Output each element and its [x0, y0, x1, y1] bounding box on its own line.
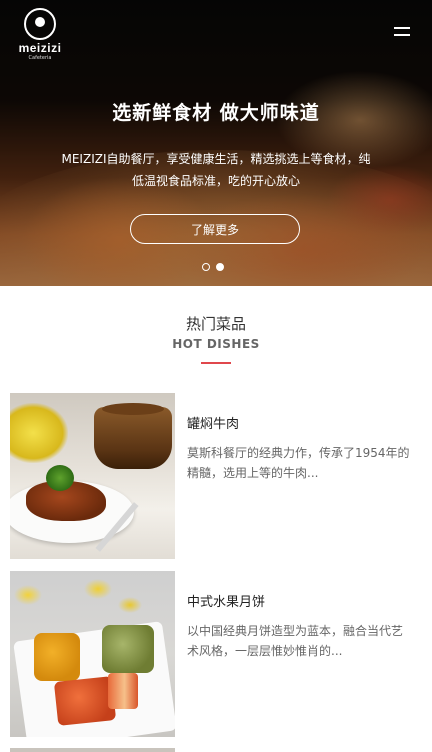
- dish-description: 莫斯科餐厅的经典力作，传承了1954年的精髓，选用上等的牛肉...: [187, 446, 410, 480]
- dish-card[interactable]: 罐焖牛肉 莫斯科餐厅的经典力作，传承了1954年的精髓，选用上等的牛肉...: [10, 393, 422, 559]
- dish-name[interactable]: 罐焖牛肉: [187, 413, 239, 432]
- dish-image-mooncake[interactable]: [10, 571, 175, 737]
- section-title: 热门菜品: [185, 315, 246, 333]
- hero-banner: meizizi Cafeteria 选新鲜食材 做大师味道 MEIZIZI自助餐…: [0, 0, 432, 286]
- section-subtitle: HOT DISHES: [172, 337, 260, 351]
- chef-logo-icon: [24, 8, 56, 40]
- carousel-pagination: [199, 256, 227, 275]
- carousel-dot-1[interactable]: [202, 263, 210, 271]
- menu-bar-bottom: [394, 34, 410, 36]
- logo-brand: meizizi: [18, 41, 62, 55]
- next-dish-image-edge: [10, 748, 175, 752]
- menu-bar-top: [394, 27, 410, 29]
- dish-image-beef-pot[interactable]: [10, 393, 175, 559]
- logo-subtitle: Cafeteria: [28, 55, 52, 61]
- learn-more-button[interactable]: 了解更多: [130, 214, 300, 244]
- dish-description: 以中国经典月饼造型为蓝本，融合当代艺术风格，一层层惟妙惟肖的...: [187, 624, 404, 658]
- carousel-dot-2[interactable]: [216, 263, 224, 271]
- dish-name[interactable]: 中式水果月饼: [187, 591, 265, 610]
- dish-card[interactable]: 中式水果月饼 以中国经典月饼造型为蓝本，融合当代艺术风格，一层层惟妙惟肖的...: [10, 571, 422, 737]
- hamburger-menu-icon[interactable]: [394, 27, 410, 37]
- hero-description: MEIZIZI自助餐厅，享受健康生活，精选挑选上等食材，纯低温视食品标准，吃的开…: [61, 152, 371, 188]
- logo[interactable]: meizizi Cafeteria: [16, 8, 64, 61]
- section-divider: [201, 362, 231, 364]
- hero-title: 选新鲜食材 做大师味道: [112, 102, 320, 124]
